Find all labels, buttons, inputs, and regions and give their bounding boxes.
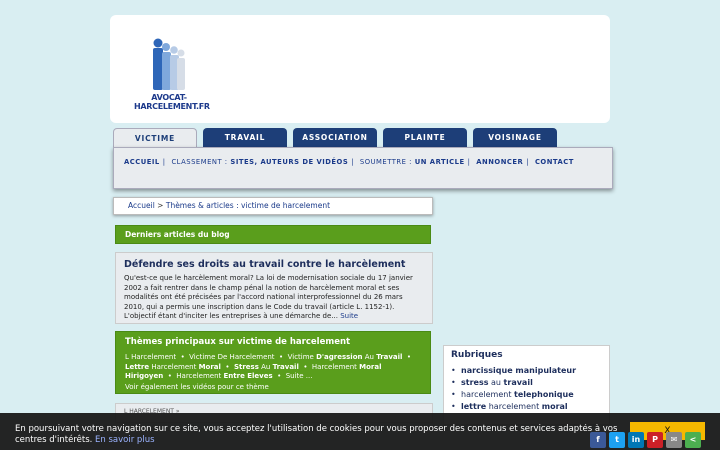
separator: | xyxy=(526,158,530,166)
article-excerpt: Qu'est-ce que le harcèlement moral? La l… xyxy=(124,274,413,321)
bullet: • xyxy=(303,362,308,371)
themes-box: Thèmes principaux sur victime de harcele… xyxy=(115,331,431,394)
theme-link[interactable]: Hirigoyen xyxy=(125,372,163,380)
videos-line: Voir également les vidéos pour ce thème xyxy=(125,382,269,391)
article-more-link[interactable]: Suite xyxy=(340,312,358,320)
themes-tags: L Harcelement • Victime De Harcelement •… xyxy=(125,353,421,382)
breadcrumb-separator: > xyxy=(157,201,164,210)
nav-annoncer[interactable]: ANNONCER xyxy=(476,158,523,166)
rubrique-item[interactable]: stress au travail xyxy=(451,377,602,389)
bullet: • xyxy=(167,372,172,381)
email-icon[interactable]: ✉ xyxy=(666,432,682,448)
nav-classement[interactable]: SITES, AUTEURS DE VIDÉOS xyxy=(230,158,348,166)
breadcrumb-current[interactable]: Thèmes & articles : victime de harceleme… xyxy=(166,201,330,210)
classement-label: CLASSEMENT : xyxy=(171,158,228,166)
bullet: • xyxy=(225,362,230,371)
site-logo[interactable]: AVOCAT- HARCELEMENT.FR xyxy=(134,37,210,115)
cookie-text: En poursuivant votre navigation sur ce s… xyxy=(15,424,618,445)
facebook-icon[interactable]: f xyxy=(590,432,606,448)
bullet: • xyxy=(277,372,282,381)
article-title[interactable]: Défendre ses droits au travail contre le… xyxy=(124,259,424,270)
bullet: • xyxy=(279,353,284,361)
twitter-icon[interactable]: t xyxy=(609,432,625,448)
tab-association[interactable]: ASSOCIATION xyxy=(293,128,377,148)
rubriques-title: Rubriques xyxy=(451,350,503,360)
tab-victime[interactable]: VICTIME xyxy=(113,128,197,148)
site-header: AVOCAT- HARCELEMENT.FR xyxy=(110,15,610,123)
tab-voisinage[interactable]: VOISINAGE xyxy=(473,128,557,148)
breadcrumb-home[interactable]: Accueil xyxy=(128,201,155,210)
theme-link[interactable]: Harcelement Entre Eleves xyxy=(176,372,272,380)
rubrique-item[interactable]: lettre harcelement moral xyxy=(451,401,602,413)
bullet: • xyxy=(180,353,185,361)
linkedin-icon[interactable]: in xyxy=(628,432,644,448)
videos-link[interactable]: les vidéos xyxy=(180,383,215,391)
cookie-more-link[interactable]: En savoir plus xyxy=(95,435,154,445)
logo-people-icon xyxy=(153,38,185,90)
share-icon[interactable]: < xyxy=(685,432,701,448)
bullet: • xyxy=(406,353,412,361)
rubrique-item[interactable]: narcissique manipulateur xyxy=(451,365,602,377)
themes-title: Thèmes principaux sur victime de harcele… xyxy=(125,337,351,347)
nav-accueil[interactable]: ACCUEIL xyxy=(124,158,160,166)
latest-articles-header: Derniers articles du blog xyxy=(115,225,431,244)
rubrique-item[interactable]: harcelement telephonique xyxy=(451,389,602,401)
theme-link[interactable]: Victime D'agression Au Travail xyxy=(288,353,403,361)
separator: | xyxy=(467,158,471,166)
theme-link[interactable]: Lettre Harcelement Moral xyxy=(125,363,221,371)
soumettre-label: SOUMETTRE : xyxy=(359,158,412,166)
separator: | xyxy=(351,158,355,166)
separator: | xyxy=(162,158,166,166)
sub-navigation: ACCUEIL | CLASSEMENT : SITES, AUTEURS DE … xyxy=(113,147,613,189)
nav-soumettre[interactable]: UN ARTICLE xyxy=(415,158,465,166)
article-card: Défendre ses droits au travail contre le… xyxy=(115,252,433,324)
pinterest-icon[interactable]: P xyxy=(647,432,663,448)
theme-link[interactable]: Harcelement Moral xyxy=(312,363,382,371)
themes-more-link[interactable]: Suite ... xyxy=(286,372,313,380)
breadcrumb: Accueil > Thèmes & articles : victime de… xyxy=(113,197,433,215)
theme-link[interactable]: Victime De Harcelement xyxy=(189,353,274,361)
tab-travail[interactable]: TRAVAIL xyxy=(203,128,287,148)
tab-plainte[interactable]: PLAINTE xyxy=(383,128,467,148)
theme-link[interactable]: Stress Au Travail xyxy=(234,363,299,371)
nav-contact[interactable]: CONTACT xyxy=(535,158,574,166)
logo-text: AVOCAT- HARCELEMENT.FR xyxy=(134,93,210,111)
theme-link[interactable]: L Harcelement xyxy=(125,353,176,361)
